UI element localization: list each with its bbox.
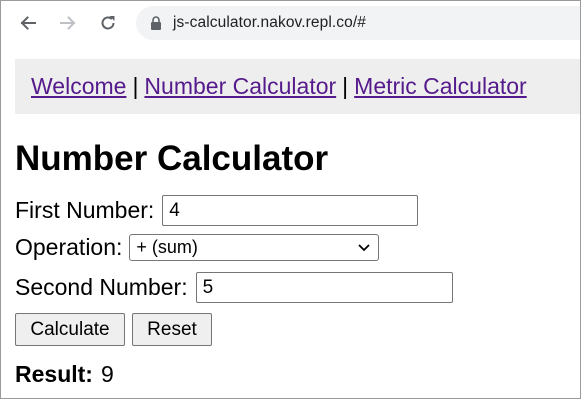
result-row: Result: 9 [15, 361, 114, 388]
nav-separator: | [132, 73, 139, 99]
url-text[interactable]: js-calculator.nakov.repl.co/# [173, 14, 366, 32]
button-row: Calculate Reset [15, 313, 212, 346]
lock-icon[interactable] [148, 15, 164, 31]
second-number-input[interactable] [195, 272, 453, 303]
nav-link-welcome[interactable]: Welcome [31, 73, 126, 100]
first-number-input[interactable] [162, 195, 419, 226]
operation-selected-value: + (sum) [136, 237, 198, 257]
reload-icon [101, 16, 115, 30]
back-arrow-icon [20, 16, 36, 30]
address-bar[interactable]: js-calculator.nakov.repl.co/# [136, 6, 580, 40]
forward-button[interactable] [56, 11, 80, 35]
back-button[interactable] [16, 11, 40, 35]
second-number-row: Second Number: [15, 272, 453, 303]
page-content: Welcome | Number Calculator | Metric Cal… [15, 59, 580, 387]
browser-window: js-calculator.nakov.repl.co/# Welcome | … [0, 0, 581, 399]
operation-select[interactable]: + (sum) [129, 234, 380, 261]
result-label: Result: [15, 361, 93, 387]
browser-toolbar: js-calculator.nakov.repl.co/# [1, 1, 580, 45]
first-number-row: First Number: [15, 195, 419, 226]
result-value: 9 [100, 361, 114, 387]
nav-link-metric-calculator[interactable]: Metric Calculator [354, 73, 527, 100]
nav-link-number-calculator[interactable]: Number Calculator [144, 73, 336, 100]
operation-row: Operation: + (sum) [15, 234, 380, 261]
reload-button[interactable] [96, 11, 120, 35]
forward-arrow-icon [60, 16, 76, 30]
chevron-down-icon [358, 243, 371, 251]
second-number-label: Second Number: [15, 274, 188, 300]
reset-button[interactable]: Reset [132, 313, 212, 346]
first-number-label: First Number: [15, 197, 155, 223]
operation-label: Operation: [15, 234, 123, 260]
site-navbar: Welcome | Number Calculator | Metric Cal… [15, 59, 580, 114]
calculate-button[interactable]: Calculate [15, 313, 125, 346]
page-title: Number Calculator [15, 139, 329, 178]
nav-separator: | [342, 73, 349, 99]
